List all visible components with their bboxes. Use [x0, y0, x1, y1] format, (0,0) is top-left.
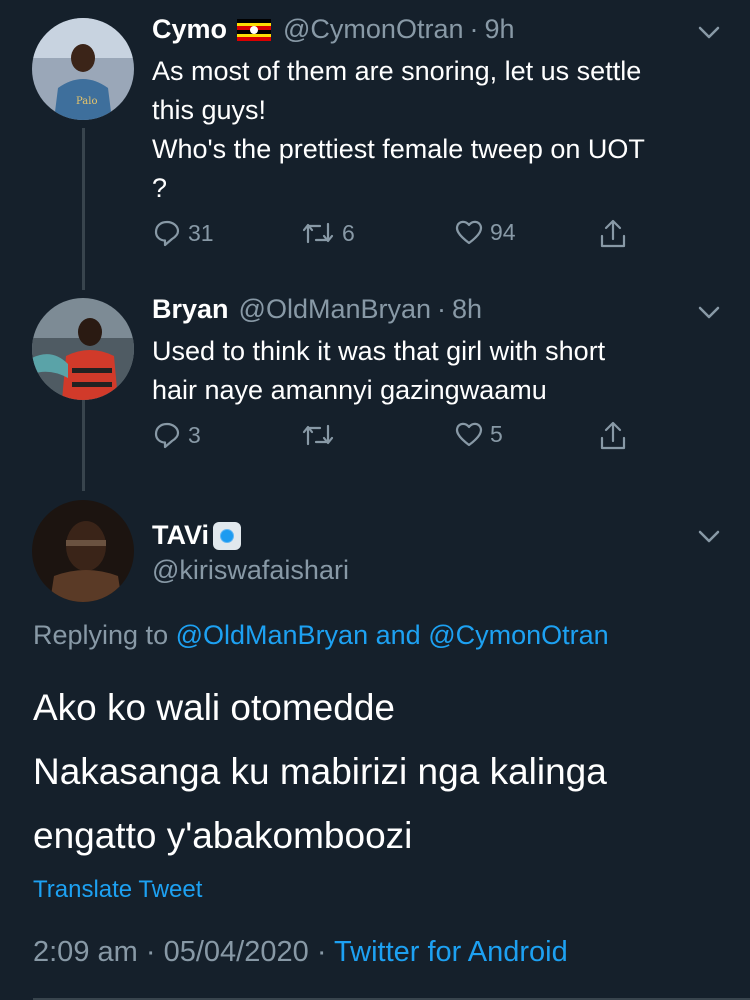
tweet-line: Used to think it was that girl with shor… [152, 336, 606, 366]
tweet-time: 2:09 am [33, 936, 138, 968]
tweet-time[interactable]: 9h [484, 14, 514, 45]
like-button[interactable]: 94 [454, 218, 516, 246]
tweet-line: hair naye amannyi gazingwaamu [152, 375, 547, 405]
verified-badge-icon [213, 521, 242, 550]
reply-count: 3 [188, 421, 201, 448]
chevron-down-icon[interactable] [698, 530, 720, 544]
tweet-line: engatto y'abakomboozi [33, 815, 413, 856]
retweet-button[interactable] [300, 420, 342, 450]
author-handle[interactable]: @OldManBryan [239, 294, 431, 325]
tweet-source-link[interactable]: Twitter for Android [334, 936, 568, 968]
share-button[interactable] [597, 420, 629, 452]
like-icon [455, 422, 483, 447]
separator-dot: · [437, 294, 447, 324]
reply-button[interactable]: 31 [152, 218, 214, 248]
chevron-down-icon[interactable] [698, 306, 720, 320]
mention-and[interactable]: and [376, 620, 421, 650]
tweet-actions: 31 6 94 [152, 218, 642, 258]
author-name[interactable]: Bryan [152, 294, 229, 325]
tweet-meta: 2:09 am · 05/04/2020 · Twitter for Andro… [33, 936, 568, 969]
reply-count: 31 [188, 219, 214, 246]
like-icon [455, 220, 483, 245]
like-button[interactable]: 5 [454, 420, 503, 448]
author-handle[interactable]: @CymonOtran [283, 14, 463, 45]
tweet-text: Ako ko wali otomedde Nakasanga ku mabiri… [33, 676, 723, 868]
author-name[interactable]: Cymo [152, 14, 227, 45]
uganda-flag-icon [237, 18, 272, 41]
retweet-icon [302, 222, 334, 244]
share-icon [600, 219, 626, 248]
retweet-button[interactable]: 6 [300, 218, 355, 248]
reply-icon [154, 220, 180, 247]
share-button[interactable] [597, 218, 629, 250]
translate-tweet-link[interactable]: Translate Tweet [33, 876, 202, 904]
reply-button[interactable]: 3 [152, 420, 201, 450]
like-count: 94 [490, 218, 516, 245]
chevron-down-icon[interactable] [698, 26, 720, 40]
tweet-text: Used to think it was that girl with shor… [152, 332, 732, 410]
retweet-count: 6 [342, 219, 355, 246]
mention-link[interactable]: @CymonOtran [428, 620, 608, 650]
tweet-time[interactable]: 8h [452, 294, 482, 325]
tweet-text: As most of them are snoring, let us sett… [152, 52, 732, 208]
tweet-actions: 3 5 [152, 420, 642, 460]
separator-dot: · [469, 14, 479, 44]
svg-text:Palo: Palo [76, 96, 97, 107]
avatar[interactable] [32, 298, 134, 400]
retweet-icon [302, 424, 334, 446]
tweet-line: As most of them are snoring, let us sett… [152, 56, 642, 86]
separator-dot: · [145, 936, 156, 968]
tweet-line: this guys! [152, 95, 267, 125]
tweet-line: Nakasanga ku mabirizi nga kalinga [33, 751, 607, 792]
author-handle[interactable]: @kiriswafaishari [152, 555, 349, 586]
tweet-line: Ako ko wali otomedde [33, 687, 395, 728]
reply-icon [154, 422, 180, 449]
author-name[interactable]: TAVi [152, 520, 209, 551]
replying-prefix: Replying to [33, 620, 169, 650]
avatar[interactable] [32, 500, 134, 602]
tweet-line: Who's the prettiest female tweep on UOT [152, 134, 645, 164]
avatar[interactable]: Palo [32, 18, 134, 120]
tweet-date: 05/04/2020 [163, 936, 309, 968]
separator-dot: · [316, 936, 327, 968]
thread-line-2 [82, 387, 85, 491]
mention-link[interactable]: @OldManBryan [176, 620, 368, 650]
share-icon [600, 421, 626, 450]
replying-to: Replying to @OldManBryan and @CymonOtran [33, 620, 609, 651]
thread-line-1 [82, 128, 85, 290]
tweet-line: ? [152, 173, 168, 203]
like-count: 5 [490, 420, 503, 447]
